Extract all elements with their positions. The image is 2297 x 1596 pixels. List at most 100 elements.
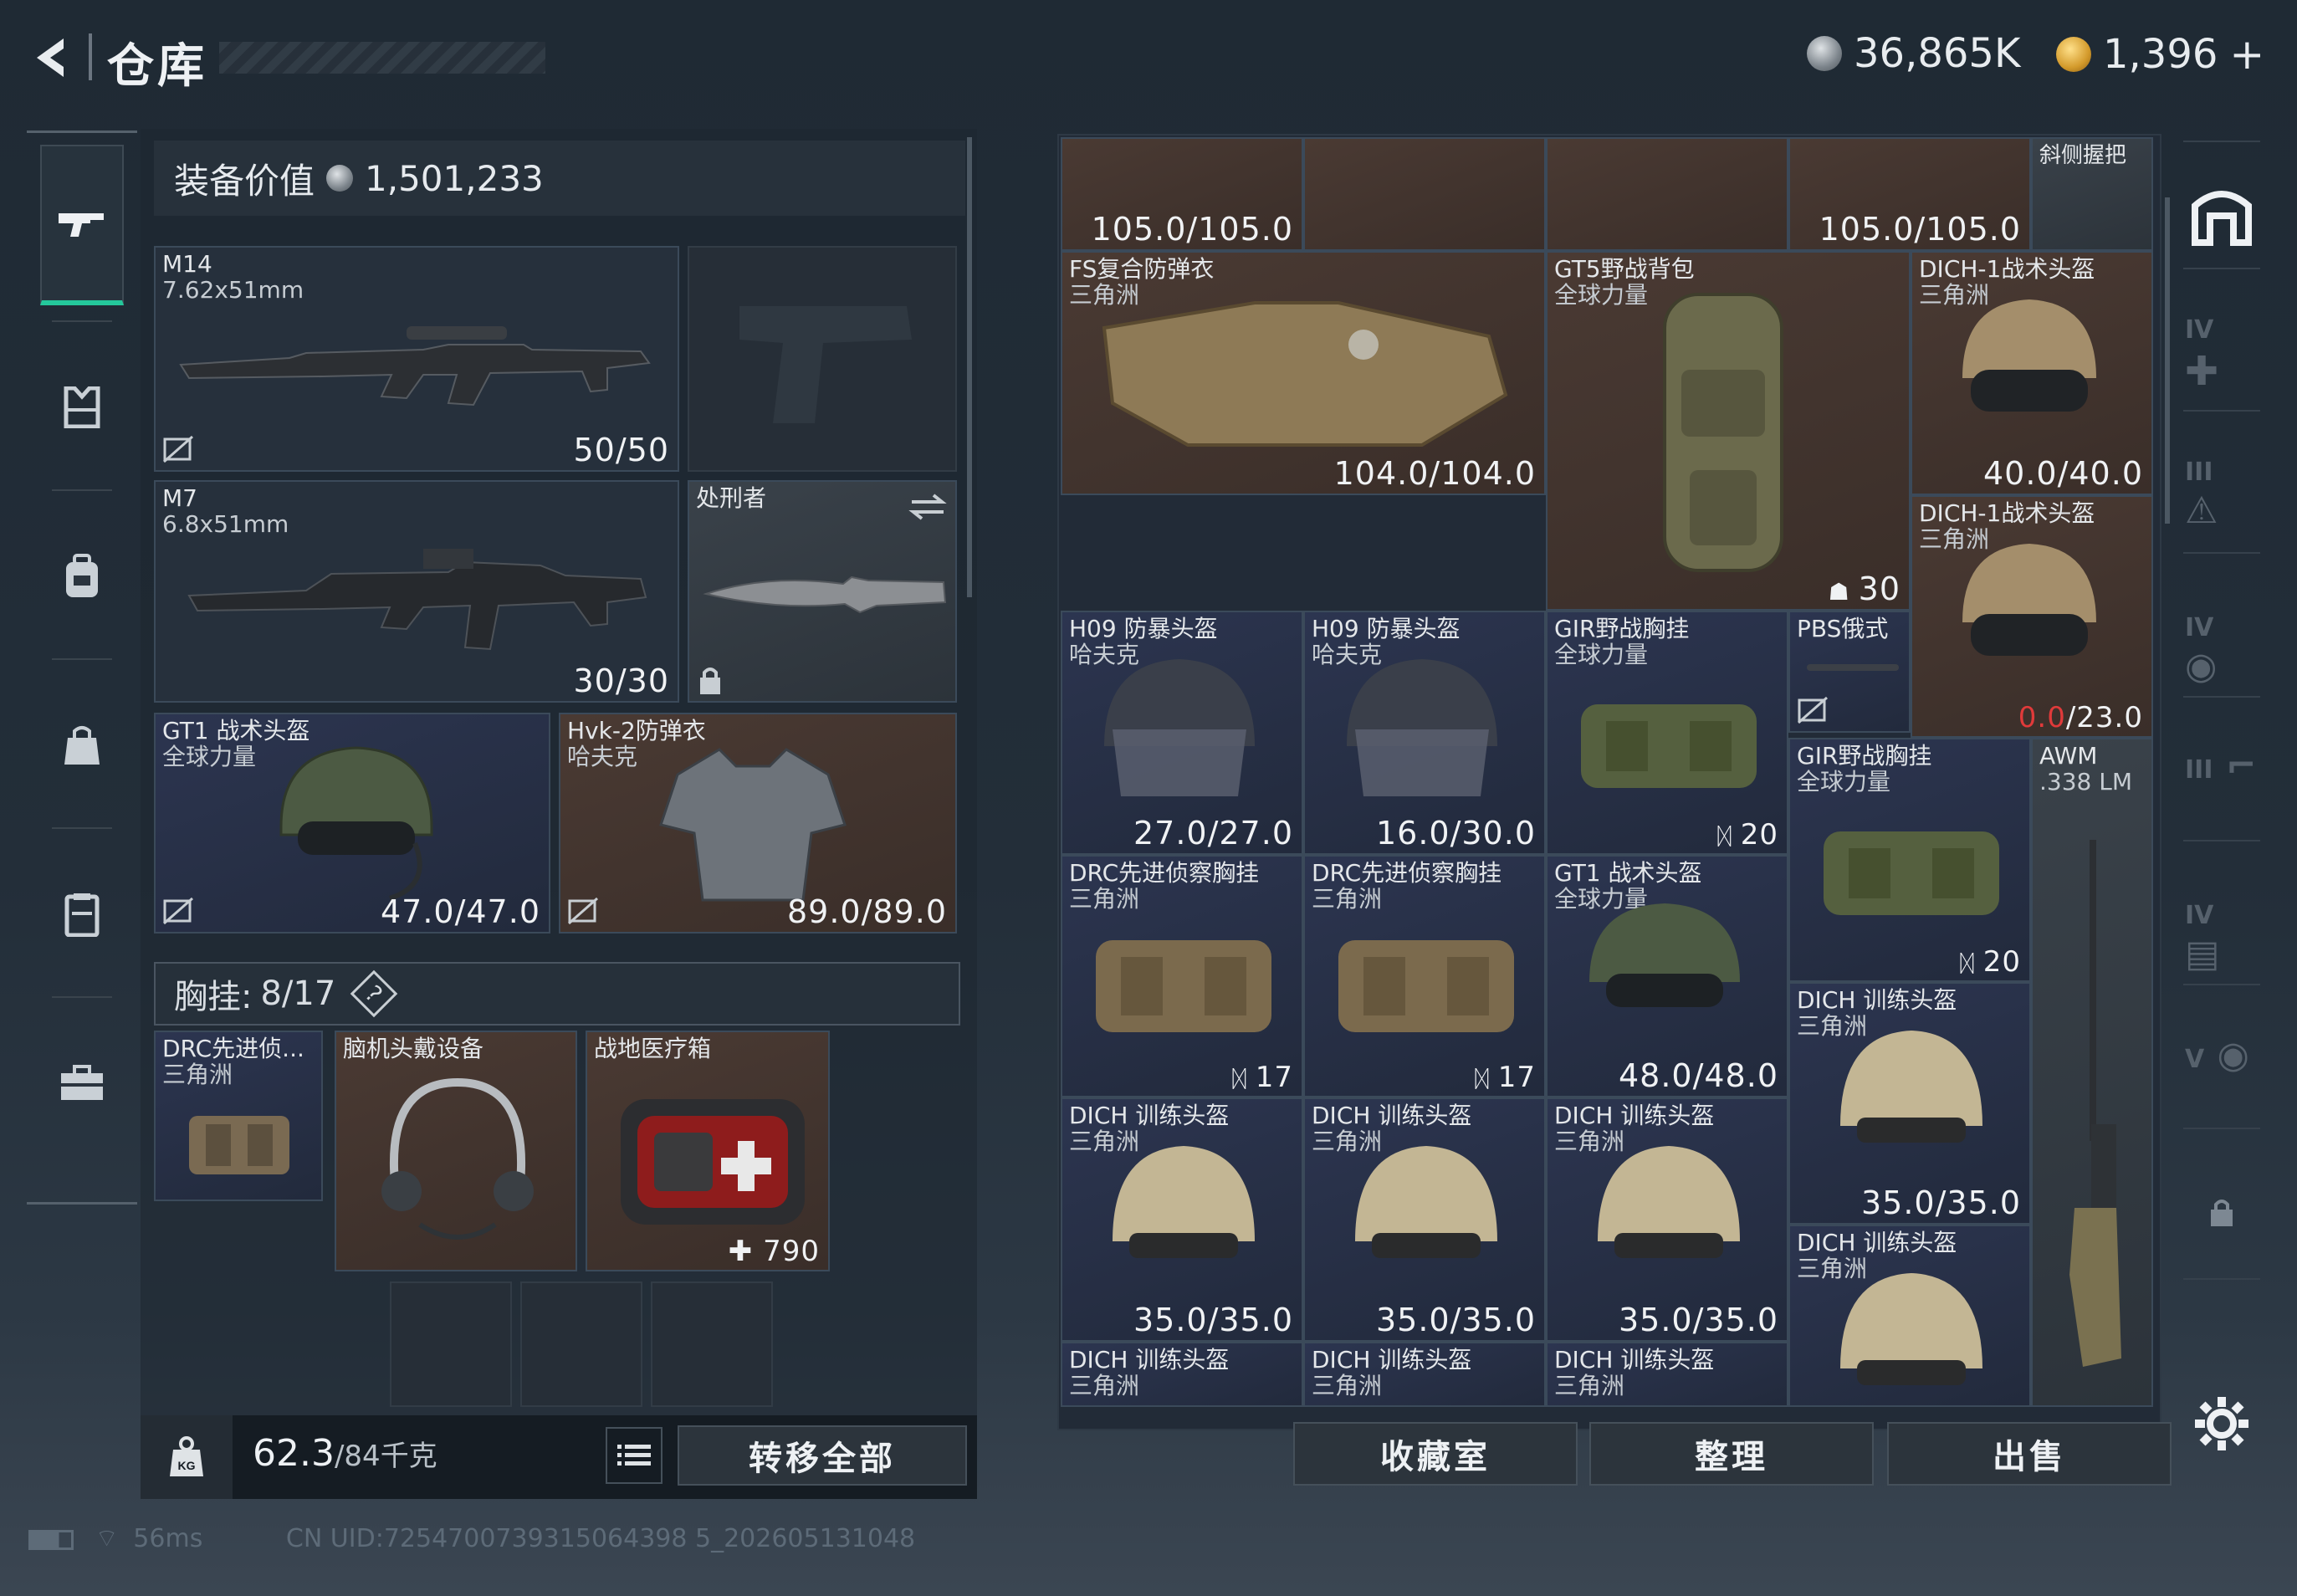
list-view-button[interactable] <box>606 1427 662 1484</box>
lock-icon <box>700 668 720 694</box>
medkit-count: ✚ 790 <box>728 1235 820 1268</box>
backpack-icon: ☗ <box>1828 578 1859 606</box>
nav-misc[interactable] <box>40 1008 124 1159</box>
stash-scrollbar[interactable] <box>2165 197 2170 524</box>
category-nav <box>27 130 137 1205</box>
bag-icon <box>64 726 100 765</box>
briefcase-icon <box>61 1065 103 1100</box>
empty-pouch-slot[interactable] <box>651 1281 773 1407</box>
nav-weapons[interactable] <box>40 145 124 305</box>
dich-training-helmet-image <box>1840 1031 1982 1143</box>
pistol-slot[interactable] <box>688 246 957 472</box>
nav-armor[interactable] <box>40 332 124 483</box>
silver-coin-icon <box>326 165 354 192</box>
settings-gear-icon[interactable] <box>2193 1395 2250 1452</box>
stash-item-drc-rig[interactable]: DRC先进侦察胸挂 三角洲 ᛞ 17 <box>1061 855 1303 1097</box>
tab-divider <box>2183 1278 2260 1280</box>
helmet-slot[interactable]: GT1 战术头盔 全球力量 47.0/47.0 <box>154 713 550 934</box>
empty-pouch-slot[interactable] <box>520 1281 642 1407</box>
stash-item-fs-armor[interactable]: FS复合防弹衣 三角洲 104.0/104.0 <box>1061 251 1546 495</box>
gt1-helmet-image <box>279 746 433 901</box>
stash-item-dich-training-helmet[interactable]: DICH 训练头盔 三角洲 <box>1546 1342 1788 1407</box>
armor-slot[interactable]: Hvk-2防弹衣 哈夫克 89.0/89.0 <box>559 713 957 934</box>
primary-weapon-slot-2[interactable]: M7 6.8x51mm 30/30 <box>154 480 679 703</box>
equipment-value: 1,501,233 <box>365 157 544 199</box>
sell-button[interactable]: 出售 <box>1887 1422 2172 1486</box>
melee-slot[interactable]: 处刑者 <box>688 480 957 703</box>
stash-item-dich1-helmet[interactable]: DICH-1战术头盔 三角洲 40.0/40.0 <box>1911 251 2153 495</box>
drc-rig-image <box>1338 940 1514 1032</box>
item-faction: 三角洲 <box>1554 1372 1625 1399</box>
transfer-all-button[interactable]: 转移全部 <box>678 1425 967 1486</box>
item-name: DICH 训练头盔 <box>1069 1102 1230 1129</box>
stash-item-gt5-backpack[interactable]: GT5野战背包 全球力量 ☗ 30 <box>1546 251 1911 611</box>
tab-divider <box>2183 268 2260 269</box>
help-icon[interactable]: ? <box>350 969 398 1018</box>
rig-item-headset[interactable]: 脑机头戴设备 <box>335 1031 577 1271</box>
item-name: DICH 训练头盔 <box>1554 1346 1715 1373</box>
stash-item[interactable]: 105.0/105.0 <box>1788 137 2031 251</box>
stash-tab-iii-icon[interactable]: III ⚠ <box>2185 447 2259 532</box>
item-faction: 哈夫克 <box>567 743 638 770</box>
stash-item-dich-training-helmet[interactable]: DICH 训练头盔 三角洲 35.0/35.0 <box>1303 1097 1546 1342</box>
capacity: ☗ 30 <box>1828 570 1901 607</box>
stash-tab-iv-folder-icon[interactable]: IV ▤ <box>2185 890 2259 975</box>
stash-item-dich-training-helmet[interactable]: DICH 训练头盔 三角洲 35.0/35.0 <box>1546 1097 1788 1342</box>
collection-room-button[interactable]: 收藏室 <box>1293 1422 1578 1486</box>
nav-cases[interactable] <box>40 839 124 990</box>
stash-item-gir-rig[interactable]: GIR野战胸挂 全球力量 ᛞ 20 <box>1788 738 2031 982</box>
back-arrow-icon[interactable] <box>25 30 80 85</box>
nav-bags[interactable] <box>40 670 124 821</box>
silver-amount: 36,865K <box>1854 30 2021 77</box>
stash-item-gir-rig[interactable]: GIR野战胸挂 全球力量 ᛞ 20 <box>1546 611 1788 855</box>
gun-icon <box>59 213 104 237</box>
stash-item[interactable] <box>1546 137 1788 251</box>
dich1-helmet-image <box>1962 299 2096 412</box>
stash-item-h09-helmet[interactable]: H09 防暴头盔 哈夫克 16.0/30.0 <box>1303 611 1546 855</box>
stash-item-grip[interactable]: 斜侧握把 <box>2031 137 2153 251</box>
stash-tab-iii-gun-icon[interactable]: III ⌐ <box>2185 744 2259 818</box>
stash-item-pbs[interactable]: PBS俄式 <box>1788 611 1911 733</box>
item-name: DICH-1战术头盔 <box>1919 255 2095 283</box>
stash-item-dich-training-helmet[interactable]: DICH 训练头盔 三角洲 <box>1303 1342 1546 1407</box>
durability: 47.0/47.0 <box>380 893 540 930</box>
stash-tab-iv-camera-icon[interactable]: IV ◉ <box>2185 602 2259 688</box>
durability: 105.0/105.0 <box>1091 211 1293 248</box>
tab-divider <box>2183 1128 2260 1129</box>
organize-button[interactable]: 整理 <box>1589 1422 1874 1486</box>
durability: 40.0/40.0 <box>1982 455 2143 492</box>
stash-tab-iv-medical-icon[interactable]: IV ✚ <box>2185 301 2259 395</box>
item-name: DICH 训练头盔 <box>1554 1102 1715 1129</box>
stash-item-awm[interactable]: AWM .338 LM <box>2031 738 2153 1407</box>
gt1-helmet-image <box>1589 903 1740 1007</box>
item-name: DICH-1战术头盔 <box>1919 499 2095 527</box>
nav-backpacks[interactable] <box>40 501 124 652</box>
gir-rig-image <box>1581 704 1757 788</box>
drc-rig-image <box>189 1116 289 1174</box>
title-stripe-decoration <box>219 42 545 74</box>
stash-item-dich-training-helmet[interactable]: DICH 训练头盔 三角洲 <box>1788 1225 2031 1407</box>
gold-currency[interactable]: 1,396 + <box>2056 30 2264 79</box>
stash-home-icon[interactable] <box>2185 176 2259 249</box>
empty-pouch-slot[interactable] <box>390 1281 512 1407</box>
weight-icon-box: KG <box>141 1415 233 1499</box>
m14-rifle-image <box>179 326 651 407</box>
swap-icon[interactable] <box>908 492 947 522</box>
primary-weapon-slot-1[interactable]: M14 7.62x51mm 50/50 <box>154 246 679 472</box>
fs-armor-image <box>1102 301 1508 447</box>
rig-item-drc[interactable]: DRC先进侦... 三角洲 <box>154 1031 323 1201</box>
stash-item-h09-helmet[interactable]: H09 防暴头盔 哈夫克 27.0/27.0 <box>1061 611 1303 855</box>
stash-item-dich-training-helmet[interactable]: DICH 训练头盔 三角洲 35.0/35.0 <box>1788 982 2031 1225</box>
stash-item-dich-training-helmet[interactable]: DICH 训练头盔 三角洲 35.0/35.0 <box>1061 1097 1303 1342</box>
stash-item[interactable] <box>1303 137 1546 251</box>
stash-item-dich-training-helmet[interactable]: DICH 训练头盔 三角洲 <box>1061 1342 1303 1407</box>
stash-item-dich1-helmet[interactable]: DICH-1战术头盔 三角洲 0.0/23.0 <box>1911 495 2153 738</box>
stash-tab-v-icon[interactable]: V ◉ <box>2185 1034 2259 1107</box>
stash-item[interactable]: 105.0/105.0 <box>1061 137 1303 251</box>
stash-item-drc-rig[interactable]: DRC先进侦察胸挂 三角洲 ᛞ 17 <box>1303 855 1546 1097</box>
add-currency-button[interactable]: + <box>2229 30 2264 79</box>
loadout-scrollbar[interactable] <box>967 137 972 597</box>
ping-value: 56ms <box>133 1524 203 1553</box>
rig-item-medkit[interactable]: 战地医疗箱 ✚ 790 <box>586 1031 830 1271</box>
stash-item-gt1-helmet[interactable]: GT1 战术头盔 全球力量 48.0/48.0 <box>1546 855 1788 1097</box>
